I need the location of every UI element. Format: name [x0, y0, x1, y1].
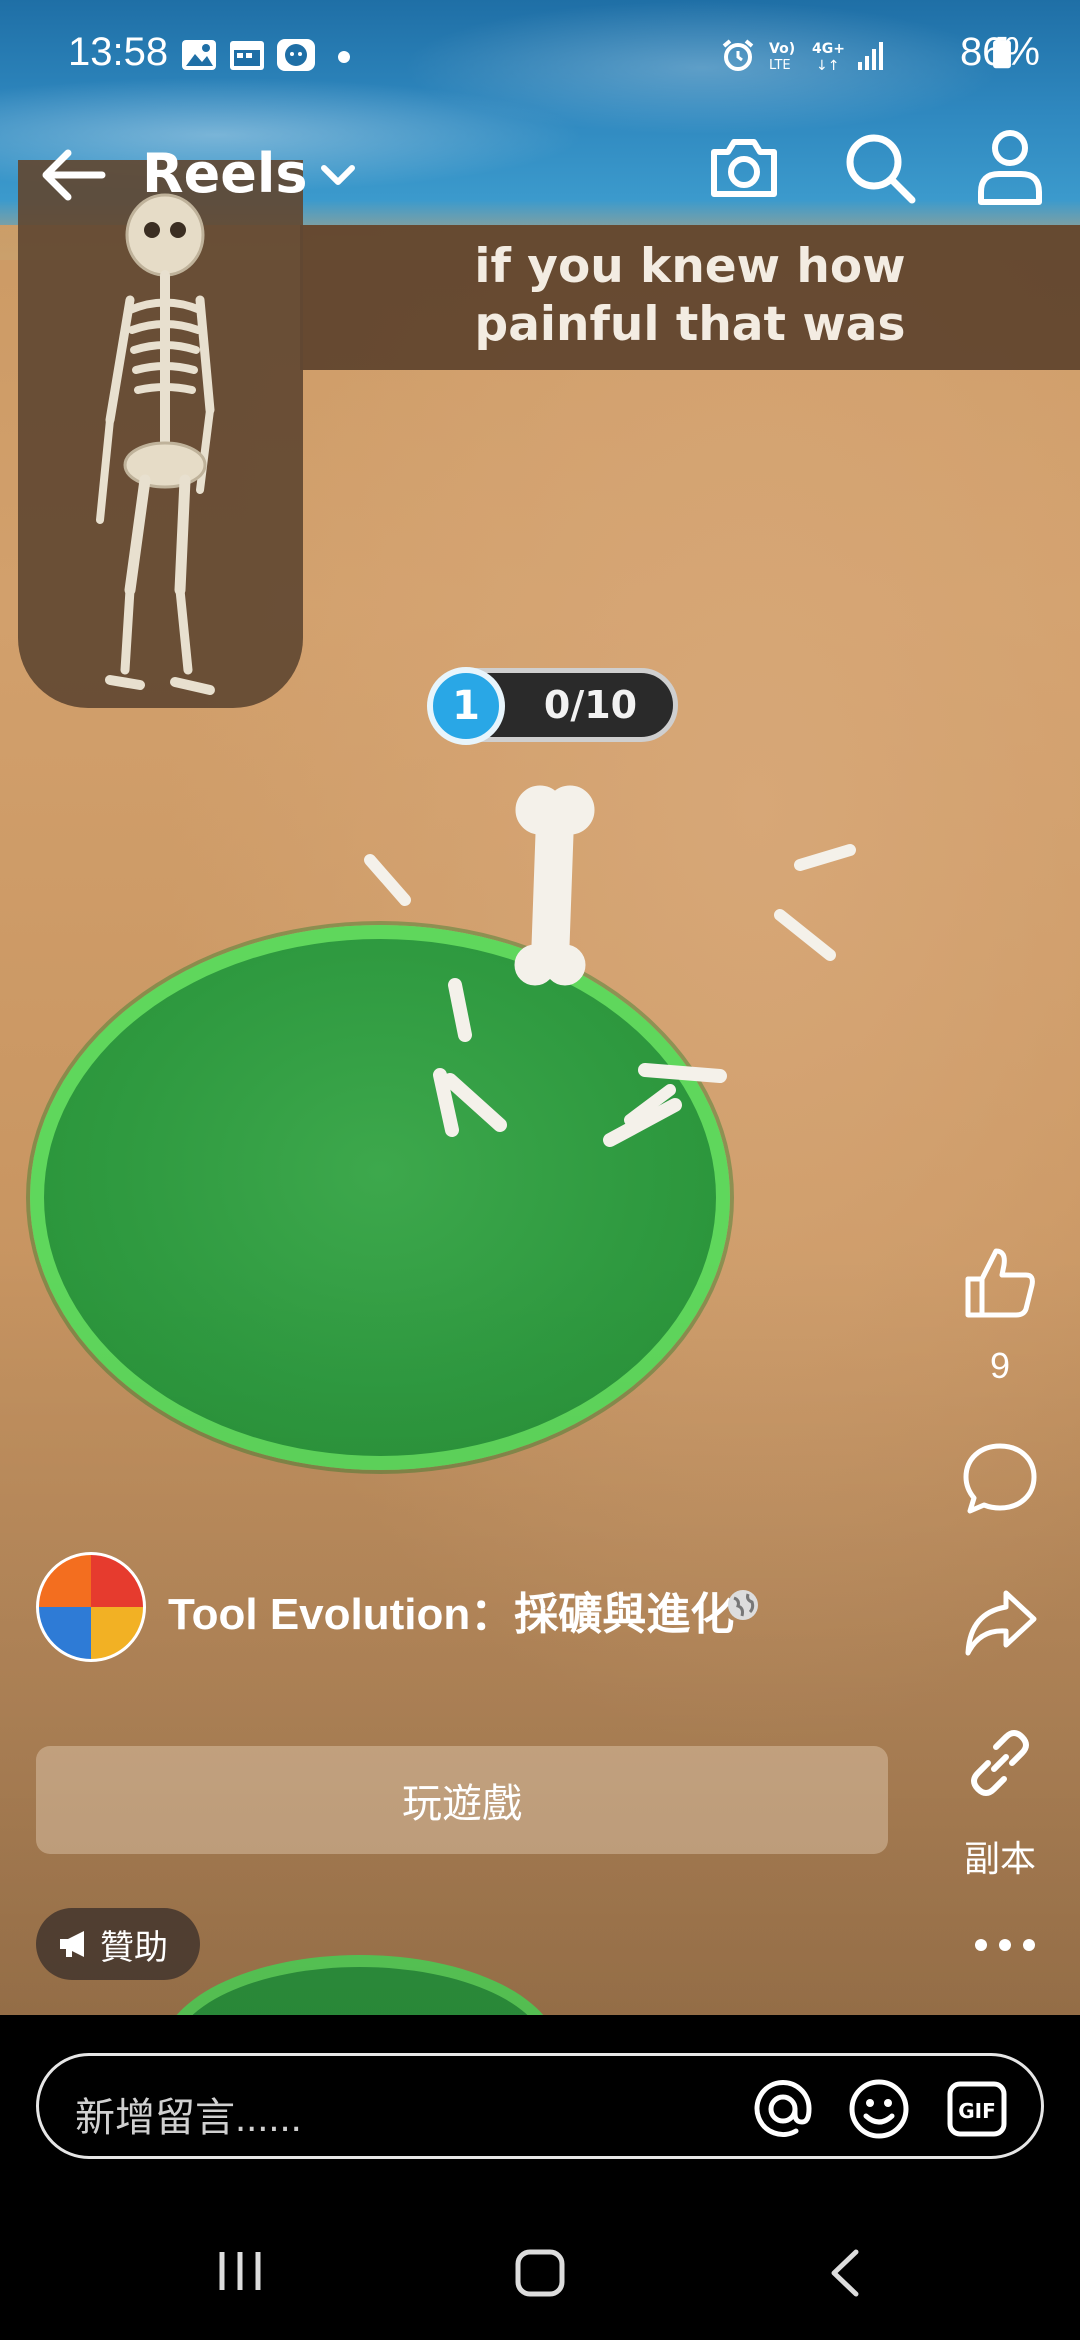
svg-text:GIF: GIF: [958, 2099, 996, 2123]
gif-icon[interactable]: GIF: [946, 2078, 1008, 2140]
emoji-icon[interactable]: [848, 2078, 910, 2140]
advertiser-name[interactable]: Tool Evolution：採礦與進化: [168, 1578, 734, 1642]
profile-icon[interactable]: [975, 128, 1045, 208]
svg-text:↓↑: ↓↑: [816, 58, 839, 72]
advertiser-avatar[interactable]: [36, 1552, 146, 1662]
globe-icon: [728, 1590, 758, 1620]
mention-icon[interactable]: [752, 2078, 814, 2140]
more-icon[interactable]: [965, 1930, 1045, 1960]
svg-text:4G+: 4G+: [812, 41, 845, 57]
reel-video[interactable]: if you knew how painful that was 1 0/10: [0, 0, 1080, 2015]
progress-counter: 1 0/10: [427, 667, 678, 745]
megaphone-icon: [60, 1931, 84, 1957]
back-arrow-icon[interactable]: [38, 145, 108, 205]
recents-icon[interactable]: [210, 2246, 270, 2296]
back-icon[interactable]: [822, 2246, 866, 2300]
messenger-icon: [277, 39, 315, 71]
signal-icon: [858, 42, 883, 70]
comment-placeholder[interactable]: 新增留言......: [75, 2085, 302, 2143]
calendar-icon: [230, 41, 264, 70]
play-game-button[interactable]: 玩遊戲: [36, 1746, 888, 1854]
link-icon[interactable]: [962, 1725, 1038, 1801]
skeleton-illustration: [96, 193, 215, 695]
svg-text:LTE: LTE: [769, 58, 791, 72]
chevron-down-icon[interactable]: [318, 160, 358, 190]
like-count: 9: [989, 1345, 1011, 1386]
home-icon[interactable]: [510, 2246, 570, 2300]
bones-illustration: [364, 785, 856, 1147]
copy-link-label[interactable]: 副本: [950, 1830, 1050, 1882]
sponsored-badge[interactable]: 贊助: [36, 1908, 200, 1980]
status-time: 13:58: [68, 30, 169, 74]
counter-progress: 0/10: [543, 683, 638, 727]
comment-icon[interactable]: [962, 1440, 1038, 1516]
status-bar: 13:58 Vo)LTE 4G+↓↑ 86%: [0, 0, 1080, 112]
gallery-icon: [182, 40, 216, 70]
video-caption: if you knew how painful that was: [474, 239, 906, 352]
battery-icon: [993, 36, 1011, 69]
page-title[interactable]: Reels: [142, 142, 307, 205]
like-icon[interactable]: [962, 1245, 1038, 1321]
dot-icon: [338, 51, 350, 63]
svg-text:Vo): Vo): [769, 41, 795, 57]
camera-icon[interactable]: [706, 130, 782, 206]
level-badge: 1: [427, 667, 505, 745]
search-icon[interactable]: [840, 128, 920, 208]
alarm-icon: [722, 39, 754, 71]
share-icon[interactable]: [962, 1585, 1038, 1661]
4g-icon: 4G+↓↑: [812, 41, 845, 72]
sponsored-label: 贊助: [100, 1928, 168, 1967]
volte-icon: Vo)LTE: [769, 41, 795, 72]
